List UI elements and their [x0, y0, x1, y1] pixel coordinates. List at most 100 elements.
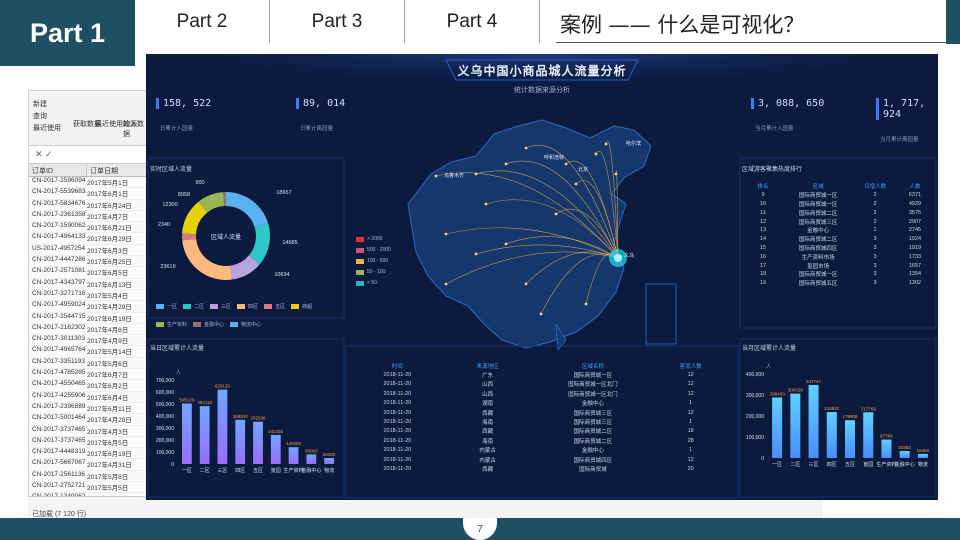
order-id-cell[interactable]: CN-2017-3351193 — [29, 358, 87, 368]
table-row[interactable]: 18 国际商贸城一区 3 1354 — [744, 270, 934, 279]
excel-row[interactable]: CN-2017-2162302 2017年4月8日 — [29, 324, 149, 336]
order-id-cell[interactable]: CN-2017-2752721 — [29, 482, 87, 492]
flow-source-dot[interactable] — [434, 174, 438, 178]
excel-row[interactable]: CN-2017-5834676 2017年6月24日 — [29, 200, 149, 211]
excel-row[interactable]: CN-2017-2544715 2017年6月19日 — [29, 313, 149, 324]
order-date-cell[interactable]: 2017年6月5日 — [87, 437, 147, 447]
donut-legend-item[interactable]: 五区 — [264, 303, 285, 310]
bar[interactable] — [790, 393, 801, 458]
table-row[interactable]: 2018-11-20 海南 国际商贸城二区 28 — [356, 436, 732, 445]
flow-source-dot[interactable] — [614, 172, 618, 176]
excel-row[interactable]: CN-2017-4343797 2017年6月13日 — [29, 279, 149, 290]
order-id-cell[interactable]: CN-2017-3011303 — [29, 335, 87, 345]
bar[interactable] — [808, 384, 819, 458]
table-header-cell[interactable]: 排名 — [744, 182, 782, 190]
excel-row[interactable]: CN-2017-4965764 2017年5月14日 — [29, 346, 149, 358]
table-header-cell[interactable]: 日增人数 — [854, 182, 896, 190]
nav-part3-tab[interactable]: Part 3 — [270, 0, 405, 43]
flow-source-dot[interactable] — [524, 282, 528, 286]
donut-legend-item[interactable]: 四区 — [237, 303, 258, 310]
flow-source-dot[interactable] — [474, 252, 478, 256]
flow-source-dot[interactable] — [524, 146, 528, 150]
order-date-cell[interactable]: 2017年6月25日 — [87, 256, 147, 266]
order-id-cell[interactable]: CN-2017-2561136 — [29, 471, 87, 481]
flow-source-dot[interactable] — [444, 282, 448, 286]
excel-row[interactable]: CN-2017-2361358 2017年4月7日 — [29, 211, 149, 223]
order-date-cell[interactable]: 2017年6月29日 — [87, 233, 147, 243]
table-row[interactable]: 2018-11-20 西藏 国际商贸城二区 18 — [356, 427, 732, 436]
flow-source-dot[interactable] — [564, 162, 568, 166]
order-id-cell[interactable]: CN-2017-2361358 — [29, 211, 87, 221]
right-bar-chart[interactable]: 人400,000 300,000 200,000 100,000 0 288450 一区 30… — [746, 364, 930, 468]
order-id-cell[interactable]: CN-2017-5667067 — [29, 459, 87, 469]
excel-row[interactable]: CN-2017-4448319 2017年6月19日 — [29, 448, 149, 460]
table-row[interactable]: 9 国际商贸城一区 2 6371 — [744, 191, 934, 200]
order-date-cell[interactable]: 2017年6月4日 — [87, 392, 147, 402]
order-id-cell[interactable]: CN-2017-4343797 — [29, 279, 87, 289]
ribbon-item[interactable]: 最近使用 — [33, 123, 61, 133]
excel-row[interactable]: CN-2017-4964133 2017年6月29日 — [29, 233, 149, 245]
order-date-cell[interactable]: 2017年4月28日 — [87, 414, 147, 424]
excel-row[interactable]: CN-2017-3271716 2017年5月4日 — [29, 290, 149, 302]
bar[interactable] — [772, 397, 783, 458]
map-legend-item[interactable]: 100 - 500 — [356, 258, 391, 264]
bar[interactable] — [235, 419, 246, 464]
order-date-cell[interactable]: 2017年5月5日 — [87, 482, 147, 492]
order-id-cell[interactable]: CN-2017-3737465 — [29, 437, 87, 447]
excel-row[interactable]: CN-2017-4785285 2017年6月7日 — [29, 369, 149, 381]
donut-legend-item[interactable]: 一区 — [156, 303, 177, 310]
order-id-cell[interactable]: CN-2017-5001464 — [29, 414, 87, 424]
map-legend-item[interactable]: < 50 — [356, 280, 391, 286]
flow-source-dot[interactable] — [594, 152, 598, 156]
bar[interactable] — [253, 421, 263, 464]
excel-row[interactable]: CN-2017-3737465 2017年6月5日 — [29, 437, 149, 449]
donut-legend-item[interactable]: 金融中心 — [193, 321, 224, 328]
excel-row[interactable]: CN-2017-5001464 2017年4月28日 — [29, 414, 149, 426]
table-row[interactable]: 14 国际商贸城二区 3 1924 — [744, 235, 934, 244]
nav-part4-tab[interactable]: Part 4 — [405, 0, 540, 43]
table-row[interactable]: 13 金融中心 1 2745 — [744, 226, 934, 235]
excel-row[interactable]: CN-2017-5539683 2017年6月1日 — [29, 188, 149, 200]
order-id-cell[interactable]: CN-2017-2396889 — [29, 403, 87, 413]
bar[interactable] — [863, 412, 874, 458]
excel-row[interactable]: CN-2017-5667067 2017年4月31日 — [29, 459, 149, 471]
flow-source-dot[interactable] — [574, 182, 578, 186]
bar[interactable] — [288, 447, 299, 464]
excel-row[interactable]: US-2017-4957254 2017年6月3日 — [29, 245, 149, 257]
china-map[interactable] — [407, 119, 677, 352]
table-row[interactable]: 15 国际商贸城四区 3 1919 — [744, 244, 934, 253]
table-header-cell[interactable]: 人数 — [896, 182, 934, 190]
bar[interactable] — [899, 450, 910, 458]
excel-row[interactable]: CN-2017-4959024 2017年4月29日 — [29, 301, 149, 313]
table-header-cell[interactable]: 区域名称 — [536, 362, 649, 370]
donut-legend-item[interactable]: 二区 — [183, 303, 204, 310]
table-row[interactable]: 2018-11-20 广东 国际商贸城一区 12 — [356, 370, 732, 379]
table-header-cell[interactable]: 时间 — [356, 362, 439, 370]
excel-row[interactable]: CN-2017-4447286 2017年6月25日 — [29, 256, 149, 268]
order-date-cell[interactable]: 2017年5月4日 — [87, 290, 147, 300]
excel-row[interactable]: CN-2017-2571081 2017年6月5日 — [29, 267, 149, 279]
order-id-cell[interactable]: CN-2017-4785285 — [29, 369, 87, 379]
order-date-cell[interactable]: 2017年4月8日 — [87, 324, 147, 334]
ribbon-item[interactable]: 新建 — [33, 99, 47, 109]
order-date-cell[interactable]: 2017年6月19日 — [87, 313, 147, 323]
order-date-cell[interactable]: 2017年6月5日 — [87, 267, 147, 277]
donut-legend-item[interactable]: 商超 — [291, 303, 312, 310]
column-header[interactable]: 订单日期 — [87, 164, 147, 176]
map-legend-item[interactable]: > 2000 — [356, 236, 391, 242]
order-date-cell[interactable]: 2017年4月9日 — [87, 335, 147, 345]
table-row[interactable]: 2018-11-20 内蒙古 金融中心 1 — [356, 446, 732, 455]
order-id-cell[interactable]: CN-2017-3271716 — [29, 290, 87, 300]
bar[interactable] — [826, 412, 837, 458]
order-id-cell[interactable]: CN-2017-2162302 — [29, 324, 87, 334]
table-row[interactable]: 11 国际商贸城二区 2 3575 — [744, 208, 934, 217]
order-date-cell[interactable]: 2017年6月21日 — [87, 222, 147, 232]
excel-row[interactable]: CN-2017-2752721 2017年5月5日 — [29, 482, 149, 494]
donut-legend-item[interactable]: 生产资料 — [156, 321, 187, 328]
map-legend-item[interactable]: 50 - 100 — [356, 269, 391, 275]
table-row[interactable]: 2018-11-20 海南 国际商贸城三区 1 — [356, 417, 732, 426]
bar[interactable] — [199, 406, 210, 464]
order-id-cell[interactable]: CN-2017-2571081 — [29, 267, 87, 277]
bar[interactable] — [306, 454, 317, 464]
nav-part1-tab[interactable]: Part 1 — [0, 0, 135, 66]
